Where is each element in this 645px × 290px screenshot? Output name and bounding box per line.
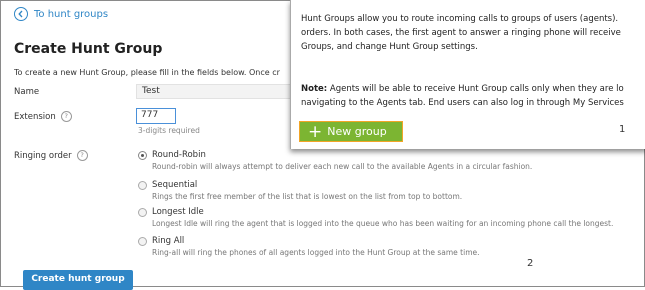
name-field[interactable]: Test (136, 84, 296, 99)
radio-selected[interactable] (138, 151, 147, 160)
create-hunt-group-button[interactable]: Create hunt group (23, 270, 133, 290)
extension-hint: 3-digits required (138, 126, 200, 135)
option-title: Ring All (152, 236, 185, 246)
option-title: Round-Robin (152, 150, 206, 160)
option-description: Rings the first free member of the list … (152, 192, 463, 201)
back-to-hunt-groups-link[interactable]: To hunt groups (14, 7, 108, 21)
new-group-button[interactable]: + New group (299, 121, 403, 142)
step-marker-1: 1 (619, 124, 626, 135)
name-label: Name (14, 87, 40, 97)
option-description: Longest Idle will ring the agent that is… (152, 219, 614, 228)
ringing-order-label: Ringing order ? (14, 150, 88, 161)
overlay-note: Note: Agents will be able to receive Hun… (301, 84, 624, 108)
overlay-description: Hunt Groups allow you to route incoming … (301, 14, 621, 52)
radio[interactable] (138, 181, 147, 190)
info-overlay: Hunt Groups allow you to route incoming … (290, 0, 645, 149)
option-title: Sequential (152, 180, 198, 190)
plus-icon: + (308, 121, 323, 142)
chevron-left-icon (14, 7, 28, 21)
new-group-label: New group (327, 125, 387, 138)
radio[interactable] (138, 208, 147, 217)
option-description: Ring-all will ring the phones of all age… (152, 248, 480, 257)
option-description: Round-robin will always attempt to deliv… (152, 162, 533, 171)
page-title: Create Hunt Group (14, 41, 163, 57)
help-icon[interactable]: ? (76, 150, 88, 161)
back-link-label: To hunt groups (34, 8, 109, 20)
intro-text: To create a new Hunt Group, please fill … (14, 68, 280, 77)
help-icon[interactable]: ? (60, 111, 72, 122)
radio[interactable] (138, 237, 147, 246)
extension-field[interactable]: 777 (136, 108, 176, 124)
step-marker-2: 2 (527, 258, 534, 269)
option-title: Longest Idle (152, 207, 204, 217)
extension-label: Extension ? (14, 111, 72, 122)
